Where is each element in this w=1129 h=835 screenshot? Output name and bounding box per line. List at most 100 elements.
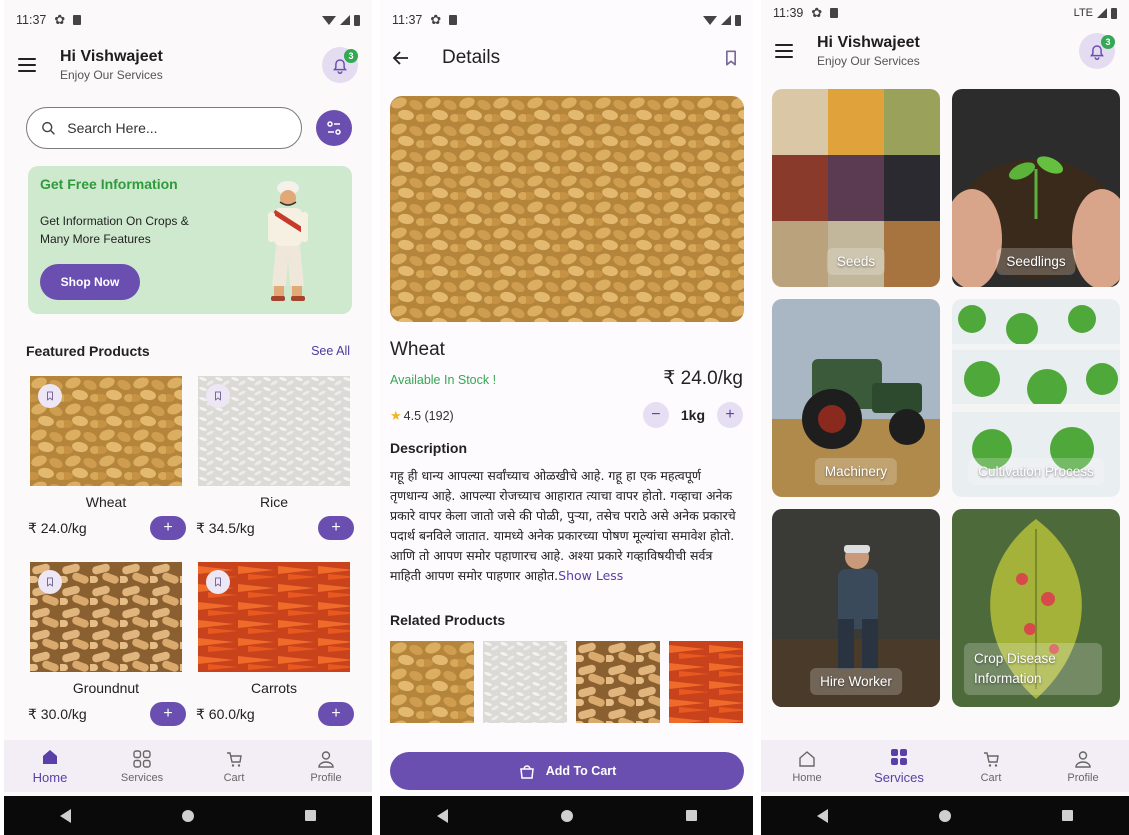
- service-tile-machinery[interactable]: Machinery: [772, 299, 940, 497]
- app-header: Hi Vishwajeet Enjoy Our Services 3: [4, 40, 372, 90]
- nav-services[interactable]: Services: [869, 747, 929, 785]
- recents-icon[interactable]: [685, 810, 697, 821]
- product-name: Carrots: [251, 680, 297, 696]
- nav-home[interactable]: Home: [20, 747, 80, 785]
- product-name: Groundnut: [72, 680, 140, 696]
- nav-cart[interactable]: Cart: [961, 749, 1021, 784]
- nav-cart[interactable]: Cart: [204, 749, 264, 784]
- product-grid: Wheat ₹ 24.0/kg + Rice ₹ 34.5/kg + Groun…: [26, 376, 354, 730]
- network-type: LTE: [1073, 7, 1093, 19]
- shop-now-button[interactable]: Shop Now: [40, 264, 140, 300]
- add-product-button[interactable]: +: [318, 516, 354, 540]
- add-product-button[interactable]: +: [150, 702, 186, 726]
- notification-button[interactable]: 3: [322, 47, 358, 83]
- show-less-link[interactable]: Show Less: [558, 568, 623, 583]
- search-row: [26, 106, 352, 150]
- status-time: 11:37: [392, 13, 423, 27]
- product-card[interactable]: Carrots ₹ 60.0/kg +: [194, 562, 354, 730]
- add-product-button[interactable]: +: [318, 702, 354, 726]
- service-label: Cultivation Process: [968, 458, 1104, 485]
- promo-banner: Get Free Information Get Information On …: [28, 166, 352, 314]
- banner-text: Get Information On Crops & Many More Fea…: [40, 214, 189, 246]
- back-icon[interactable]: [436, 808, 448, 823]
- bookmark-icon[interactable]: [38, 384, 62, 408]
- battery-icon: [735, 14, 741, 26]
- related-product-thumb[interactable]: [669, 641, 743, 723]
- service-tile-seedlings[interactable]: Seedlings: [952, 89, 1120, 287]
- sim-icon: [830, 8, 839, 18]
- home-circle-icon[interactable]: [560, 809, 573, 822]
- service-label: Crop Disease Information: [964, 643, 1102, 695]
- service-tile-hire-worker[interactable]: Hire Worker: [772, 509, 940, 707]
- nav-profile[interactable]: Profile: [296, 749, 356, 784]
- service-label: Seedlings: [996, 248, 1076, 275]
- recents-icon[interactable]: [305, 810, 317, 821]
- service-tile-cultivation-process[interactable]: Cultivation Process: [952, 299, 1120, 497]
- product-name: Wheat: [390, 339, 445, 360]
- decrease-qty-button[interactable]: −: [642, 402, 669, 428]
- settings-icon: ✿: [430, 12, 442, 27]
- settings-icon: ✿: [811, 5, 823, 20]
- recents-icon[interactable]: [1062, 810, 1074, 821]
- wifi-icon: [703, 15, 717, 25]
- notification-badge: 3: [344, 49, 358, 63]
- product-name: Wheat: [85, 494, 127, 510]
- star-icon: ★: [390, 408, 402, 423]
- product-name: Rice: [259, 494, 288, 510]
- filter-button[interactable]: [316, 110, 352, 146]
- bottom-nav: Home Services Cart Profile: [761, 740, 1129, 792]
- service-tile-seeds[interactable]: Seeds: [772, 89, 940, 287]
- increase-qty-button[interactable]: +: [717, 402, 743, 428]
- details-header: Details: [380, 40, 753, 76]
- greeting: Hi Vishwajeet: [817, 34, 920, 51]
- bookmark-icon[interactable]: [721, 48, 741, 68]
- notification-button[interactable]: 3: [1079, 33, 1115, 69]
- greeting-subtitle: Enjoy Our Services: [817, 54, 920, 68]
- product-card[interactable]: Rice ₹ 34.5/kg +: [194, 376, 354, 544]
- product-image: [30, 562, 182, 672]
- search-input[interactable]: [67, 120, 287, 136]
- related-product-thumb[interactable]: [390, 641, 474, 723]
- product-card[interactable]: Wheat ₹ 24.0/kg +: [26, 376, 186, 544]
- search-box[interactable]: [26, 107, 302, 149]
- back-icon[interactable]: [816, 808, 828, 823]
- home-circle-icon[interactable]: [938, 809, 951, 822]
- service-label: Machinery: [814, 458, 898, 485]
- signal-icon: [340, 15, 350, 25]
- featured-title: Featured Products: [26, 343, 150, 359]
- see-all-link[interactable]: See All: [311, 344, 350, 358]
- nav-profile[interactable]: Profile: [1053, 749, 1113, 784]
- home-icon: [799, 750, 815, 767]
- back-icon[interactable]: [59, 808, 71, 823]
- nav-services[interactable]: Services: [112, 749, 172, 784]
- back-arrow-icon[interactable]: [392, 49, 410, 67]
- grid-icon: [891, 749, 907, 765]
- status-bar: 11:39 ✿ LTE: [761, 0, 1129, 26]
- bookmark-icon[interactable]: [206, 570, 230, 594]
- signal-icon: [1097, 8, 1107, 18]
- related-product-thumb[interactable]: [576, 641, 660, 723]
- signal-icon: [721, 15, 731, 25]
- service-tile-crop-disease[interactable]: Crop Disease Information: [952, 509, 1120, 707]
- system-nav-bar: [4, 796, 372, 835]
- rating-value: 4.5 (192): [403, 409, 454, 423]
- greeting-subtitle: Enjoy Our Services: [60, 68, 163, 82]
- product-image: [198, 562, 350, 672]
- related-product-thumb[interactable]: [483, 641, 567, 723]
- menu-icon[interactable]: [18, 58, 36, 72]
- product-card[interactable]: Groundnut ₹ 30.0/kg +: [26, 562, 186, 730]
- bookmark-icon[interactable]: [206, 384, 230, 408]
- menu-icon[interactable]: [775, 44, 793, 58]
- add-product-button[interactable]: +: [150, 516, 186, 540]
- sim-icon: [73, 15, 82, 25]
- notification-badge: 3: [1101, 35, 1115, 49]
- nav-home[interactable]: Home: [777, 749, 837, 784]
- battery-icon: [1111, 7, 1117, 19]
- bookmark-icon[interactable]: [38, 570, 62, 594]
- details-screen: 11:37 ✿ Details Wheat Available In Stock…: [380, 0, 753, 835]
- featured-header: Featured Products See All: [26, 343, 350, 359]
- wifi-icon: [322, 15, 336, 25]
- add-to-cart-button[interactable]: Add To Cart: [390, 752, 744, 790]
- home-circle-icon[interactable]: [181, 809, 194, 822]
- app-header: Hi Vishwajeet Enjoy Our Services 3: [761, 26, 1129, 76]
